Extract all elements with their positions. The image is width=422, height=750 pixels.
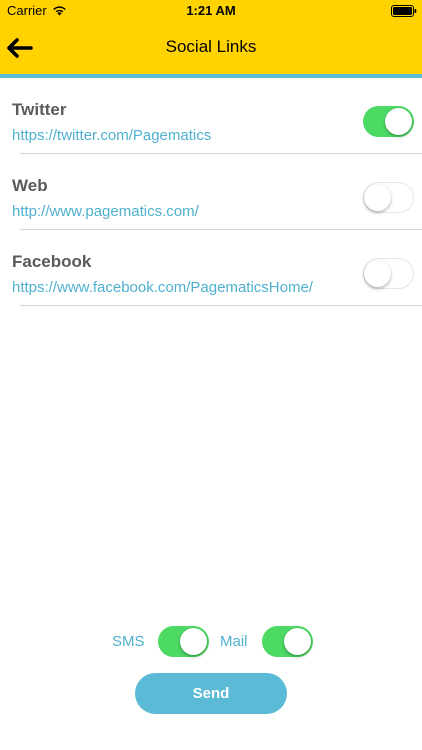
item-url[interactable]: https://twitter.com/Pagematics (12, 127, 211, 144)
nav-bar: Social Links (0, 22, 422, 74)
web-toggle[interactable] (363, 182, 414, 213)
mail-label: Mail (220, 633, 248, 650)
list-item-web: Web http://www.pagematics.com/ (0, 154, 422, 230)
toggle-knob (180, 628, 207, 655)
toggle-knob (385, 108, 412, 135)
toggle-knob (284, 628, 311, 655)
page-title: Social Links (165, 37, 257, 56)
send-button[interactable]: Send (135, 673, 287, 714)
sms-label: SMS (112, 633, 145, 650)
toggle-knob (364, 259, 391, 287)
mail-toggle[interactable] (262, 626, 313, 657)
item-title: Facebook (12, 252, 92, 271)
divider (20, 305, 422, 306)
status-bar: Carrier 1:21 AM (0, 0, 422, 22)
item-url[interactable]: https://www.facebook.com/PagematicsHome/ (12, 279, 313, 296)
item-title: Twitter (12, 100, 67, 119)
list-item-twitter: Twitter https://twitter.com/Pagematics (0, 78, 422, 154)
item-title: Web (12, 176, 48, 195)
item-url[interactable]: http://www.pagematics.com/ (12, 203, 199, 220)
status-time: 1:21 AM (186, 3, 236, 18)
list-item-facebook: Facebook https://www.facebook.com/Pagema… (0, 230, 422, 306)
facebook-toggle[interactable] (363, 258, 414, 289)
twitter-toggle[interactable] (363, 106, 414, 137)
social-links-list: Twitter https://twitter.com/Pagematics W… (0, 78, 422, 306)
sms-toggle[interactable] (158, 626, 209, 657)
toggle-knob (364, 183, 391, 211)
send-options: SMS Mail (0, 626, 422, 657)
battery-icon (391, 5, 417, 17)
